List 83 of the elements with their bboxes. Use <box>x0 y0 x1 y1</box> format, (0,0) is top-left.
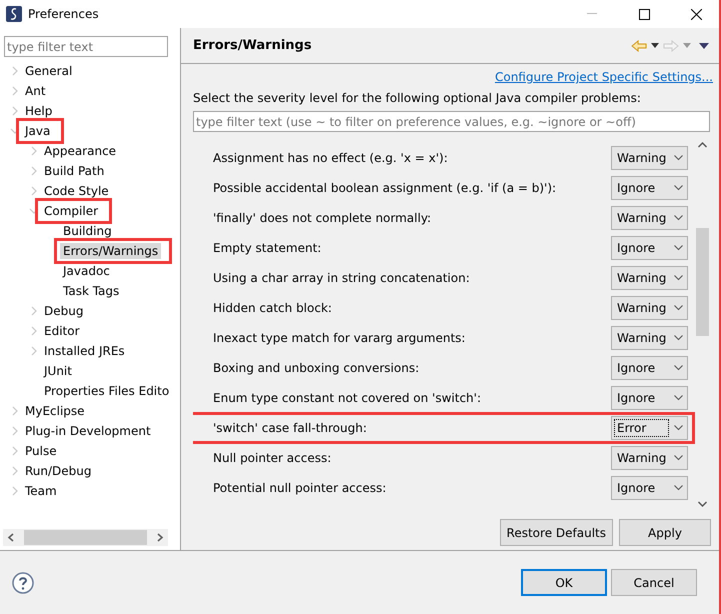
problem-label: Assignment has no effect (e.g. 'x = x'): <box>213 151 449 165</box>
chevron-down-icon <box>674 395 683 401</box>
tree-item[interactable]: Help <box>22 103 56 119</box>
severity-dropdown[interactable]: Error <box>611 416 688 440</box>
severity-dropdown[interactable]: Warning <box>611 296 688 320</box>
description-text: Select the severity level for the following optional Java compiler problems: <box>193 91 642 105</box>
dropdown-triangle-icon[interactable] <box>651 43 659 48</box>
problem-label: Enum type constant not covered on 'switch': <box>213 391 482 405</box>
scroll-left-icon[interactable] <box>7 533 14 542</box>
dialog-button[interactable]: OK <box>521 569 607 596</box>
severity-dropdown[interactable]: Ignore <box>611 176 688 200</box>
chevron-down-icon <box>674 335 683 341</box>
tree-item[interactable]: Team <box>22 483 60 499</box>
severity-dropdown[interactable]: Ignore <box>611 476 688 500</box>
tree-item[interactable]: Java <box>22 123 54 139</box>
severity-dropdown[interactable]: Warning <box>611 326 688 350</box>
chevron-down-icon <box>674 425 683 431</box>
minimize-icon[interactable] <box>587 13 597 15</box>
severity-dropdown[interactable]: Ignore <box>611 386 688 410</box>
window-title: Preferences <box>28 7 100 21</box>
tree-item[interactable]: Errors/Warnings <box>60 243 162 259</box>
severity-dropdown[interactable]: Warning <box>611 146 688 170</box>
severity-dropdown[interactable]: Warning <box>611 266 688 290</box>
dialog-button[interactable]: Cancel <box>611 569 697 596</box>
chevron-down-icon <box>674 185 683 191</box>
problem-label: Hidden catch block: <box>213 301 333 315</box>
configure-settings-link[interactable]: Configure Project Specific Settings... <box>494 70 713 84</box>
chevron-down-icon <box>674 305 683 311</box>
severity-dropdown[interactable]: Ignore <box>611 236 688 260</box>
app-logo-icon <box>6 6 22 22</box>
problem-label: Inexact type match for vararg arguments: <box>213 331 466 345</box>
problem-label: Null pointer access: <box>213 451 332 465</box>
tree-item[interactable]: Debug <box>41 303 86 319</box>
tree-item[interactable]: Plug-in Development <box>22 423 154 439</box>
problem-label: Possible accidental boolean assignment (e.g. 'if (a = b)'): <box>213 181 558 195</box>
tree-item[interactable]: Pulse <box>22 443 60 459</box>
problem-label: Using a char array in string concatenation: <box>213 271 471 285</box>
tree-item[interactable]: Building <box>60 223 115 239</box>
chevron-down-icon <box>674 485 683 491</box>
problem-label: Boxing and unboxing conversions: <box>213 361 420 375</box>
tree-item[interactable]: Ant <box>22 83 49 99</box>
tree-item[interactable]: JUnit <box>41 363 75 379</box>
tree-item[interactable]: Editor <box>41 323 83 339</box>
chevron-down-icon <box>674 365 683 371</box>
menu-triangle-icon[interactable] <box>699 42 709 48</box>
tree-item[interactable]: General <box>22 63 76 79</box>
severity-dropdown[interactable]: Warning <box>611 206 688 230</box>
severity-dropdown[interactable]: Warning <box>611 446 688 470</box>
chevron-down-icon <box>674 155 683 161</box>
tree-item[interactable]: Run/Debug <box>22 463 95 479</box>
chevron-down-icon <box>674 215 683 221</box>
filter-field[interactable]: type filter text (use ~ to filter on preference values, e.g. ~ignore or ~off) <box>193 111 710 132</box>
severity-dropdown[interactable]: Ignore <box>611 356 688 380</box>
tree-item[interactable]: Compiler <box>41 203 102 219</box>
page-button[interactable]: Restore Defaults <box>500 519 613 546</box>
chevron-down-icon <box>674 245 683 251</box>
scroll-right-icon[interactable] <box>157 533 164 542</box>
chevron-down-icon[interactable] <box>10 126 20 136</box>
scrollbar-thumb[interactable] <box>24 530 147 545</box>
chevron-down-icon <box>674 455 683 461</box>
tree-item[interactable]: Build Path <box>41 163 108 179</box>
tree-item[interactable]: Task Tags <box>60 283 122 299</box>
problem-label: Empty statement: <box>213 241 322 255</box>
problem-label: 'switch' case fall-through: <box>213 421 368 435</box>
tree-item[interactable]: Installed JREs <box>41 343 128 359</box>
tree-item[interactable]: Code Style <box>41 183 112 199</box>
scroll-down-icon[interactable] <box>698 501 707 507</box>
help-icon[interactable] <box>12 572 34 594</box>
tree-item[interactable]: MyEclipse <box>22 403 88 419</box>
chevron-down-icon[interactable] <box>29 206 39 216</box>
maximize-icon[interactable] <box>638 8 650 20</box>
filter-field[interactable]: type filter text <box>4 36 168 57</box>
problem-label: Potential null pointer access: <box>213 481 388 495</box>
page-button[interactable]: Apply <box>619 519 711 546</box>
page-title: Errors/Warnings <box>193 38 313 53</box>
tree-item[interactable]: Javadoc <box>60 263 113 279</box>
tree-item[interactable]: Appearance <box>41 143 120 159</box>
tree-item[interactable]: Properties Files Edito <box>41 383 172 399</box>
scroll-up-icon[interactable] <box>698 142 707 148</box>
close-icon[interactable] <box>690 8 702 20</box>
chevron-down-icon <box>674 275 683 281</box>
scrollbar-thumb[interactable] <box>696 228 709 336</box>
problem-label: 'finally' does not complete normally: <box>213 211 432 225</box>
